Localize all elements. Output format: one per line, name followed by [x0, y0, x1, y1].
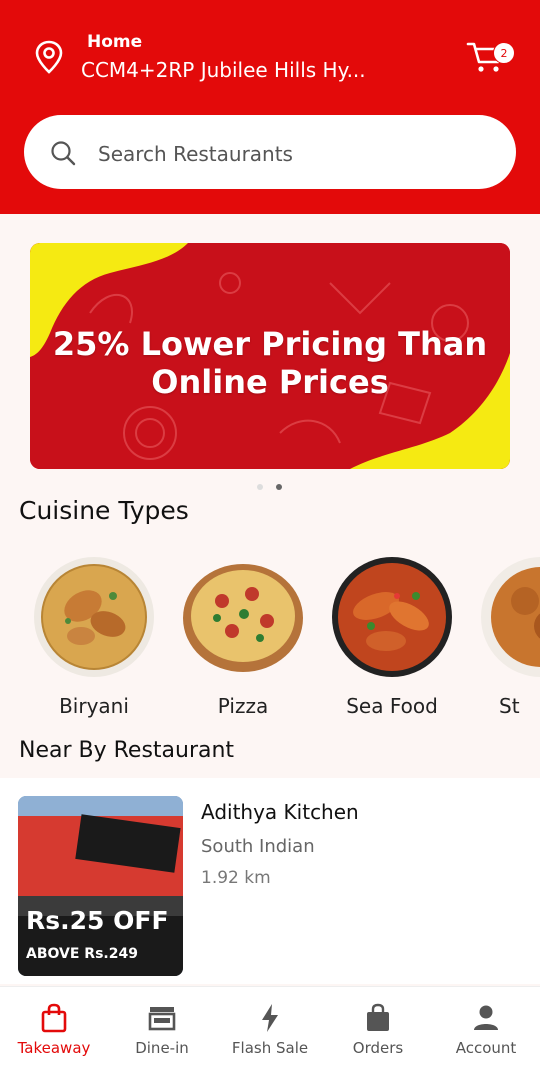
offer-label: Rs.25 OFF [26, 906, 169, 935]
nav-label: Orders [352, 1039, 404, 1057]
restaurant-distance: 1.92 km [201, 868, 271, 888]
banner-line-1: 25% Lower Pricing Than [52, 325, 488, 363]
location-pin-icon[interactable] [34, 40, 64, 74]
location-title[interactable]: Home [87, 32, 142, 52]
cuisine-item-biryani[interactable]: Biryani [19, 556, 159, 726]
cuisine-partial-image [480, 556, 540, 678]
bottom-navigation: Takeaway Dine-in Flash Sale Orders Accou… [0, 986, 540, 1080]
nav-account[interactable]: Account [432, 987, 540, 1080]
cart-count-badge: 2 [493, 42, 515, 64]
shopping-bag-icon [41, 1003, 67, 1033]
nav-takeaway[interactable]: Takeaway [0, 987, 108, 1080]
orders-bag-icon [367, 1003, 389, 1031]
nav-dine-in[interactable]: Dine-in [108, 987, 216, 1080]
pizza-image [182, 556, 304, 678]
nearby-section-title: Near By Restaurant [19, 738, 235, 763]
search-input[interactable] [98, 138, 478, 170]
restaurant-name[interactable]: Adithya Kitchen [201, 800, 359, 824]
biryani-image [33, 556, 155, 678]
cuisine-label: Biryani [59, 694, 129, 718]
store-icon [148, 1007, 176, 1031]
cuisine-section-title: Cuisine Types [19, 496, 189, 525]
offer-condition: ABOVE Rs.249 [26, 946, 138, 962]
nav-label: Flash Sale [231, 1039, 309, 1057]
nav-label: Dine-in [135, 1039, 189, 1057]
lightning-icon [262, 1004, 278, 1032]
carousel-indicator [255, 484, 285, 492]
banner-headline: 25% Lower Pricing Than Online Prices [30, 325, 510, 401]
restaurant-card[interactable]: Rs.25 OFF ABOVE Rs.249 Adithya Kitchen S… [0, 778, 540, 984]
cuisine-item-sea-food[interactable]: Sea Food [317, 556, 457, 726]
promo-banner[interactable]: 25% Lower Pricing Than Online Prices [30, 243, 510, 469]
location-address[interactable]: CCM4+2RP Jubilee Hills Hy... [81, 58, 366, 82]
nav-orders[interactable]: Orders [324, 987, 432, 1080]
cuisine-label: St [499, 694, 520, 718]
cuisine-item-partial[interactable]: St [466, 556, 540, 726]
nav-flash-sale[interactable]: Flash Sale [216, 987, 324, 1080]
nav-label: Account [455, 1039, 517, 1057]
nav-label: Takeaway [17, 1039, 91, 1057]
cuisine-carousel[interactable]: Biryani Pizza Sea Food St [0, 556, 540, 726]
carousel-dot[interactable] [257, 484, 263, 490]
cuisine-item-pizza[interactable]: Pizza [168, 556, 308, 726]
restaurant-image: Rs.25 OFF ABOVE Rs.249 [18, 796, 183, 976]
cuisine-label: Sea Food [346, 694, 438, 718]
sea-food-image [331, 556, 453, 678]
cuisine-label: Pizza [217, 694, 269, 718]
person-icon [474, 1005, 498, 1030]
banner-line-2: Online Prices [151, 363, 389, 401]
restaurant-cuisine: South Indian [201, 836, 315, 857]
carousel-dot-active[interactable] [276, 484, 282, 490]
search-icon [51, 141, 76, 166]
